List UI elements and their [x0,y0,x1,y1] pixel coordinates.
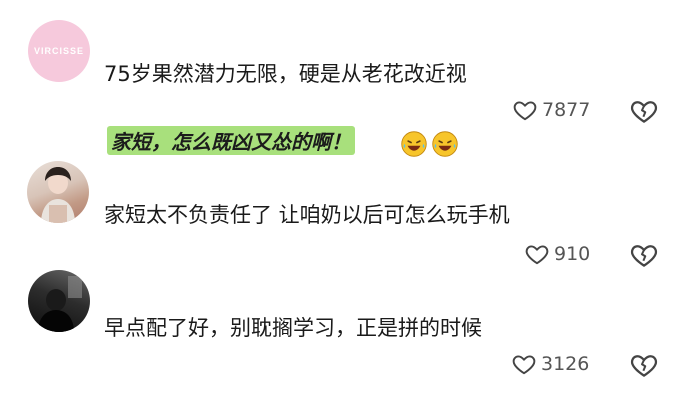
comment-text: 家短太不负责任了 让咱奶以后可怎么玩手机 [104,203,510,227]
like-count: 910 [554,243,591,265]
rolling-on-floor-laughing-icon [432,131,458,157]
comment-text: 早点配了好，别耽搁学习，正是拼的时候 [104,316,482,340]
heart-icon [525,245,549,265]
like-count: 7877 [542,99,591,121]
comment-text: 75岁果然潜力无限，硬是从老花改近视 [104,62,467,86]
like-count: 3126 [541,353,590,375]
heart-icon [513,101,537,121]
broken-heart-icon[interactable] [629,240,659,270]
avatar[interactable] [27,161,89,223]
avatar[interactable]: VIRCISSE [28,20,90,82]
person-photo-icon [38,276,82,332]
like-button[interactable]: 7877 [512,97,590,123]
like-button[interactable]: 3126 [511,351,589,377]
overlay-caption: 家短，怎么既凶又怂的啊！ [107,126,355,155]
heart-icon [512,355,536,375]
person-photo-icon [41,167,75,223]
avatar[interactable] [28,270,90,332]
broken-heart-icon[interactable] [629,350,659,380]
rolling-on-floor-laughing-icon [401,131,427,157]
like-button[interactable]: 910 [524,241,590,267]
broken-heart-icon[interactable] [629,96,659,126]
avatar-brand-text: VIRCISSE [33,46,84,56]
